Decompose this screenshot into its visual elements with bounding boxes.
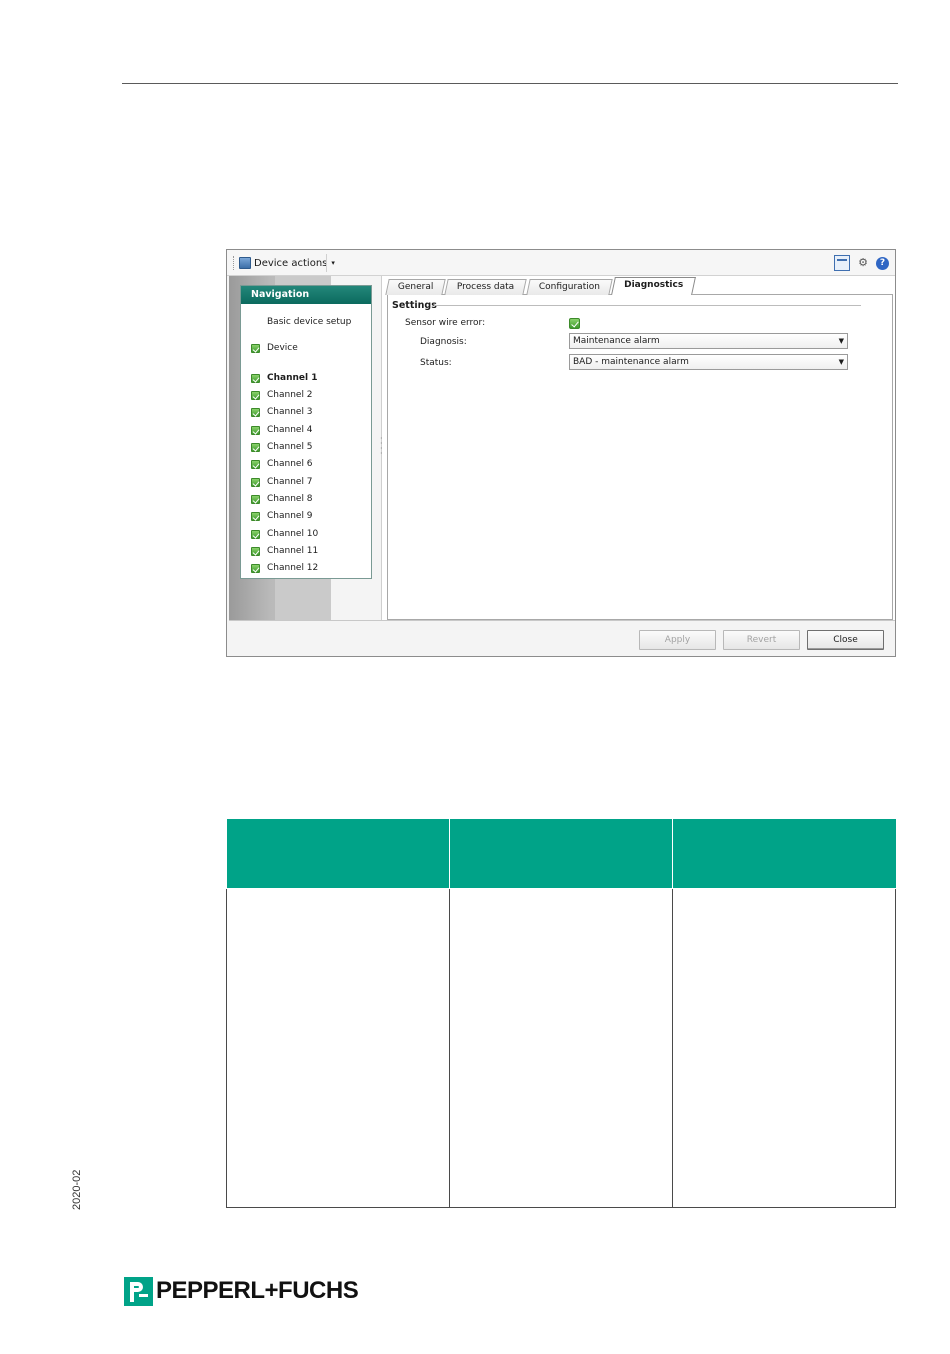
nav-item-label: Channel 3 [267,407,313,417]
tab-general[interactable]: General [385,279,447,295]
navigation-panel: Navigation Basic device setup Device Chann… [240,285,372,579]
check-icon [251,529,260,539]
nav-item[interactable]: Channel 6 [251,458,313,470]
check-icon [251,390,260,400]
nav-item[interactable]: Basic device setup [251,316,351,328]
chevron-down-icon: ▼ [838,337,844,345]
nav-item[interactable]: Channel 10 [251,528,318,540]
nav-item-label: Channel 9 [267,511,313,521]
sensor-wire-error-label: Sensor wire error: [405,318,486,328]
device-actions-label: Device actions [254,257,328,269]
tab-strip: General Process data Configuration Diagnost… [385,277,696,295]
chevron-down-icon: ▼ [838,358,844,366]
nav-item[interactable]: Channel 9 [251,510,313,522]
check-icon [251,511,260,521]
nav-item[interactable]: Channel 8 [251,493,313,505]
settings-divider [434,305,861,306]
check-icon [251,546,260,556]
tab-label: General [397,282,434,292]
table-header-cell [449,819,673,889]
splitter-grip-icon[interactable]: · · · · [380,435,383,458]
empty-table [226,819,896,1208]
tools-icon[interactable]: ⚙ [856,256,870,270]
close-button[interactable]: Close [807,630,884,650]
diagnosis-value: Maintenance alarm [573,336,660,346]
nav-item-label: Channel 10 [267,529,319,539]
check-icon [251,373,260,383]
table-header-row [226,819,896,889]
device-actions-icon [239,257,251,269]
tab-diagnostics[interactable]: Diagnostics [610,277,696,295]
nav-item-label: Channel 4 [267,425,313,435]
diagnosis-select[interactable]: Maintenance alarm ▼ [569,333,848,349]
device-actions-menu[interactable]: Device actions ▾ [239,255,335,271]
nav-item[interactable]: Channel 1 [251,372,317,384]
nav-item-label: Device [267,343,298,353]
company-logo: PEPPERL+FUCHS [124,1275,359,1307]
window-layout-icon[interactable] [834,255,850,271]
header-rule [122,83,898,84]
nav-item[interactable]: Channel 2 [251,389,313,401]
device-dialog-screenshot: Device actions ▾ ⚙ ? Navigation Basic de… [226,249,896,657]
tab-label: Diagnostics [623,280,684,290]
nav-item[interactable]: Device [251,342,298,354]
status-label: Status: [420,358,452,368]
nav-item[interactable]: Channel 11 [251,545,318,557]
nav-item-label: Channel 11 [267,546,319,556]
nav-item-label: Channel 12 [267,563,319,573]
toolbar-grip [233,256,236,270]
nav-item[interactable]: Channel 3 [251,406,313,418]
nav-item[interactable]: Channel 7 [251,476,313,488]
tab-label: Configuration [538,282,600,292]
table-header-cell [672,819,896,889]
table-cell [449,887,673,1208]
logo-text: PEPPERL+FUCHS [156,1277,359,1304]
nav-item-label: Channel 1 [267,373,318,383]
check-icon [251,343,260,353]
nav-item-label: Channel 5 [267,442,313,452]
check-icon [251,407,260,417]
diagnosis-label: Diagnosis: [420,337,467,347]
footer-divider [229,620,895,621]
document-date: 2020-02 [71,1169,83,1210]
toolbar: Device actions ▾ ⚙ ? [227,250,895,276]
tab-process-data[interactable]: Process data [444,279,528,295]
table-cell [672,887,896,1208]
tab-label: Process data [457,282,515,292]
nav-item-label: Channel 2 [267,390,313,400]
nav-item[interactable]: Channel 12 [251,562,318,574]
check-icon [251,494,260,504]
table-row [226,887,896,1208]
navigation-title: Navigation [241,286,371,304]
check-icon [251,477,260,487]
table-cell [226,887,450,1208]
sensor-wire-error-checkbox[interactable] [569,318,580,329]
settings-group-title: Settings [392,300,437,311]
nav-item[interactable]: Channel 5 [251,441,313,453]
tab-configuration[interactable]: Configuration [526,279,613,295]
status-select[interactable]: BAD - maintenance alarm ▼ [569,354,848,370]
nav-item[interactable]: Channel 4 [251,424,313,436]
help-icon[interactable]: ? [876,256,889,270]
apply-button[interactable]: Apply [639,630,716,650]
nav-item-label: Basic device setup [267,317,352,327]
check-icon [251,425,260,435]
status-value: BAD - maintenance alarm [573,357,689,367]
chevron-down-icon: ▾ [331,259,335,267]
nav-item-label: Channel 7 [267,477,313,487]
toolbar-right-icons: ⚙ ? [834,255,889,271]
nav-item-label: Channel 8 [267,494,313,504]
logo-mark-icon [124,1276,153,1306]
table-header-cell [226,819,450,889]
nav-item-label: Channel 6 [267,459,313,469]
toolbar-separator [326,254,327,272]
check-icon [251,459,260,469]
check-icon [251,442,260,452]
check-icon [251,563,260,573]
revert-button[interactable]: Revert [723,630,800,650]
